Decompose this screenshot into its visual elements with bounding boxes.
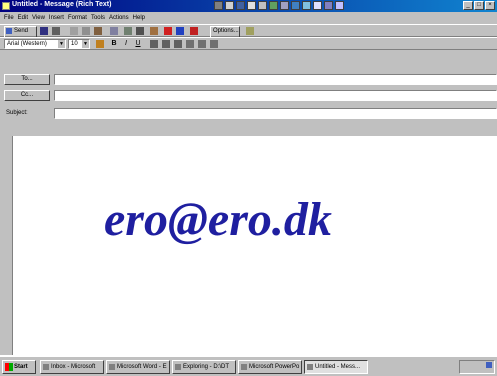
increase-indent-icon[interactable] xyxy=(210,40,218,48)
outlook-message-window: Untitled - Message (Rich Text) _ □ × File E… xyxy=(0,0,497,355)
font-value: Arial (Western) xyxy=(7,41,47,47)
save-icon[interactable] xyxy=(40,27,48,35)
subject-label: Subject: xyxy=(6,110,28,116)
align-left-icon[interactable] xyxy=(150,40,158,48)
flag-red-icon[interactable] xyxy=(190,27,198,35)
subject-field[interactable] xyxy=(54,108,497,119)
task-label: Untitled - Mess... xyxy=(315,364,361,370)
bold-icon[interactable]: B xyxy=(110,40,118,48)
to-row: To... xyxy=(4,74,497,86)
subject-row: Subject: xyxy=(4,108,497,120)
send-icon xyxy=(6,28,12,34)
cc-field[interactable] xyxy=(54,90,497,101)
print-icon[interactable] xyxy=(52,27,60,35)
standard-toolbar: Send Options... xyxy=(0,24,497,38)
address-book-icon[interactable] xyxy=(110,27,118,35)
menu-view[interactable]: View xyxy=(32,13,45,23)
flag-icon[interactable] xyxy=(150,27,158,35)
start-button[interactable]: Start xyxy=(2,360,36,374)
overlay-icon xyxy=(247,1,256,10)
overlay-icon xyxy=(269,1,278,10)
cc-button[interactable]: Cc... xyxy=(4,90,50,101)
system-tray xyxy=(459,360,495,374)
overlay-icon xyxy=(236,1,245,10)
close-button[interactable]: × xyxy=(485,1,495,10)
word-icon xyxy=(109,364,115,370)
paste-icon[interactable] xyxy=(94,27,102,35)
task-button[interactable]: Exploring - D:\DT xyxy=(172,360,236,374)
help-icon[interactable] xyxy=(246,27,254,35)
task-label: Exploring - D:\DT xyxy=(183,364,230,370)
align-center-icon[interactable] xyxy=(162,40,170,48)
cc-row: Cc... xyxy=(4,90,497,102)
bullets-icon[interactable] xyxy=(186,40,194,48)
start-label: Start xyxy=(14,364,28,370)
to-field[interactable] xyxy=(54,74,497,85)
menu-actions[interactable]: Actions xyxy=(109,13,129,23)
envelope-icon xyxy=(307,364,313,370)
task-label: Microsoft Word - E xyxy=(117,364,167,370)
overlay-icon xyxy=(214,1,223,10)
menu-help[interactable]: Help xyxy=(133,13,145,23)
importance-low-icon[interactable] xyxy=(176,27,184,35)
to-button[interactable]: To... xyxy=(4,74,50,85)
inbox-icon xyxy=(43,364,49,370)
chevron-down-icon: ▼ xyxy=(82,40,89,48)
importance-high-icon[interactable] xyxy=(164,27,172,35)
menu-file[interactable]: File xyxy=(4,13,14,23)
taskbar: Start Inbox - Microsoft Microsoft Word -… xyxy=(0,356,497,376)
task-button[interactable]: Microsoft PowerPo xyxy=(238,360,302,374)
window-controls: _ □ × xyxy=(462,1,495,10)
align-right-icon[interactable] xyxy=(174,40,182,48)
chevron-down-icon: ▼ xyxy=(58,40,65,48)
folder-icon xyxy=(175,364,181,370)
menu-format[interactable]: Format xyxy=(68,13,87,23)
tray-icon xyxy=(486,362,492,368)
body-text: ero@ero.dk xyxy=(104,193,332,246)
menu-bar: File Edit View Insert Format Tools Actions Help xyxy=(0,13,497,23)
overlay-icon xyxy=(291,1,300,10)
check-names-icon[interactable] xyxy=(124,27,132,35)
maximize-button[interactable]: □ xyxy=(474,1,484,10)
overlay-icon xyxy=(280,1,289,10)
menu-tools[interactable]: Tools xyxy=(91,13,105,23)
task-button[interactable]: Microsoft Word - E xyxy=(106,360,170,374)
overlay-icon xyxy=(313,1,322,10)
envelope-icon xyxy=(2,2,10,10)
overlay-icon xyxy=(302,1,311,10)
window-title: Untitled - Message (Rich Text) xyxy=(12,1,112,8)
title-bar-overlay xyxy=(214,1,344,11)
overlay-icon xyxy=(258,1,267,10)
windows-logo-icon xyxy=(5,363,13,371)
font-size-select[interactable]: 10 ▼ xyxy=(68,39,90,49)
font-select[interactable]: Arial (Western) ▼ xyxy=(4,39,66,49)
cut-icon[interactable] xyxy=(70,27,78,35)
send-label: Send xyxy=(14,28,29,34)
underline-icon[interactable]: U xyxy=(134,40,142,48)
task-label: Inbox - Microsoft xyxy=(51,364,96,370)
overlay-icon xyxy=(225,1,234,10)
overlay-icon xyxy=(335,1,344,10)
overlay-icon xyxy=(324,1,333,10)
task-button[interactable]: Inbox - Microsoft xyxy=(40,360,104,374)
task-label: Microsoft PowerPo xyxy=(249,364,300,370)
minimize-button[interactable]: _ xyxy=(463,1,473,10)
decrease-indent-icon[interactable] xyxy=(198,40,206,48)
formatting-toolbar: Arial (Western) ▼ 10 ▼ B I U xyxy=(0,37,497,50)
copy-icon[interactable] xyxy=(82,27,90,35)
menu-edit[interactable]: Edit xyxy=(18,13,28,23)
font-size-value: 10 xyxy=(71,41,78,47)
task-button-active[interactable]: Untitled - Mess... xyxy=(304,360,368,374)
menu-insert[interactable]: Insert xyxy=(49,13,64,23)
title-bar[interactable]: Untitled - Message (Rich Text) _ □ × xyxy=(0,0,497,12)
attach-icon[interactable] xyxy=(136,27,144,35)
powerpoint-icon xyxy=(241,364,247,370)
font-color-icon[interactable] xyxy=(96,40,104,48)
italic-icon[interactable]: I xyxy=(122,40,130,48)
